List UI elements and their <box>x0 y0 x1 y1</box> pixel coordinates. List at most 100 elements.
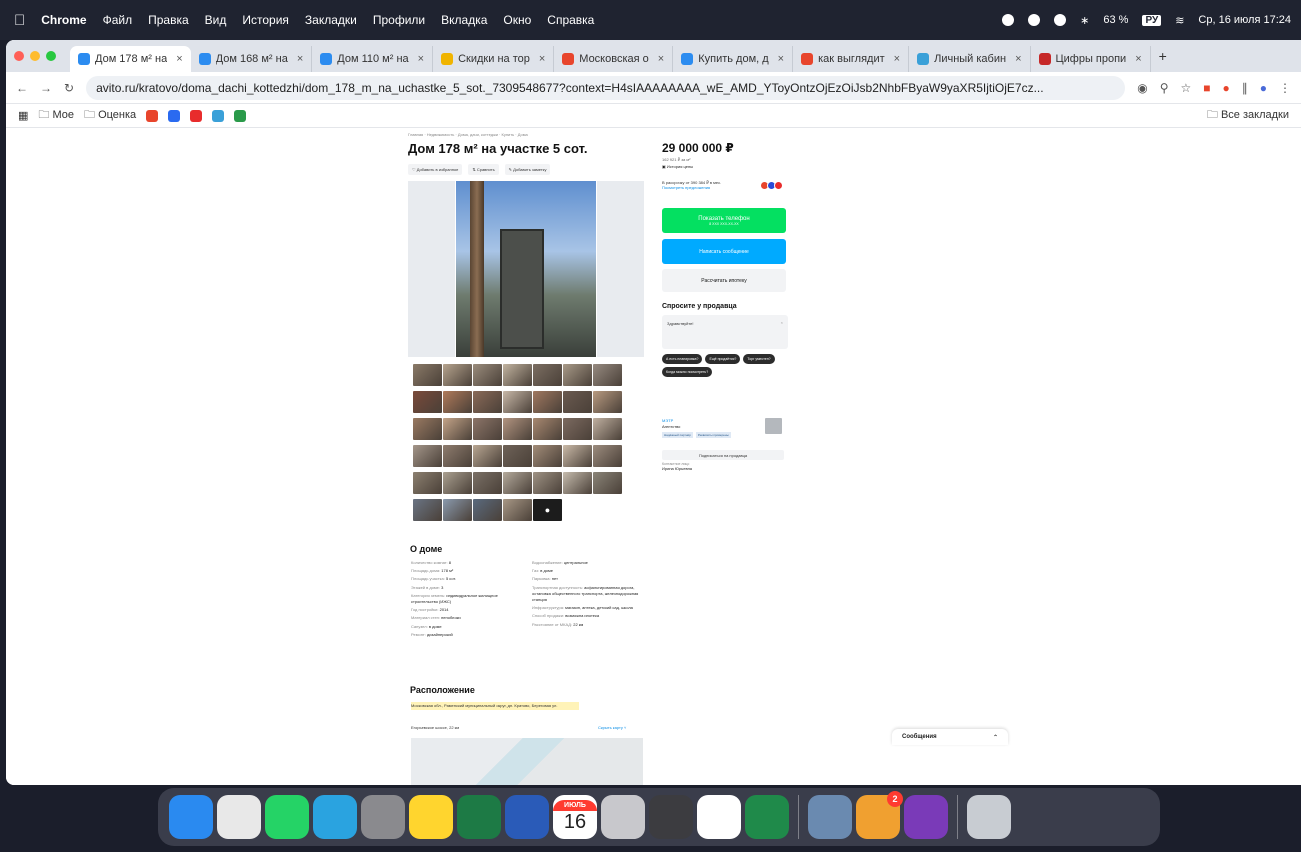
chrome-icon[interactable] <box>217 795 261 839</box>
photo-thumbnail[interactable] <box>503 445 532 467</box>
photo-thumbnail[interactable] <box>503 472 532 494</box>
photo-thumbnail[interactable] <box>443 472 472 494</box>
breadcrumb[interactable]: Главная · Недвижимость · Дома, дачи, кот… <box>408 132 528 137</box>
photo-thumbnail[interactable] <box>563 445 592 467</box>
status-icon[interactable] <box>1002 14 1015 26</box>
location-icon[interactable]: ◉ <box>1137 81 1147 95</box>
close-tab-icon[interactable]: × <box>778 53 784 65</box>
bookmark-icon[interactable] <box>234 109 247 122</box>
photo-thumbnail[interactable] <box>413 472 442 494</box>
ask-seller-input[interactable]: Здравствуйте! × <box>662 315 788 349</box>
photo-thumbnail[interactable] <box>533 472 562 494</box>
browser-tab[interactable]: Дом 110 м² на × <box>312 46 434 72</box>
bookmark-icon[interactable] <box>190 109 203 122</box>
photo-thumbnail[interactable] <box>593 418 622 440</box>
browser-tab[interactable]: Цифры пропи × <box>1031 46 1151 72</box>
quick-question-chip[interactable]: Когда можно посмотреть? <box>662 367 713 377</box>
chatgpt-icon[interactable] <box>697 795 741 839</box>
url-bar[interactable]: avito.ru/kratovo/doma_dachi_kottedzhi/do… <box>86 75 1126 100</box>
show-phone-button[interactable]: Показать телефон 8 XXX XXX-XX-XX <box>662 208 786 233</box>
photo-thumbnail[interactable] <box>443 445 472 467</box>
close-tab-icon[interactable]: × <box>418 53 424 65</box>
menu-tab[interactable]: Вкладка <box>441 13 487 27</box>
photo-thumbnail[interactable] <box>503 499 532 521</box>
menu-edit[interactable]: Правка <box>148 13 189 27</box>
messages-widget[interactable]: Сообщения ⌃ <box>892 729 1008 745</box>
installment-link[interactable]: Посмотреть предложения <box>662 185 721 190</box>
photo-thumbnail[interactable] <box>593 472 622 494</box>
input-language[interactable]: РУ <box>1142 14 1162 26</box>
compare-button[interactable]: ⇅ Сравнить <box>468 164 499 175</box>
excel-icon[interactable] <box>457 795 501 839</box>
close-tab-icon[interactable]: × <box>1135 53 1141 65</box>
photo-thumbnail[interactable] <box>443 391 472 413</box>
status-icon[interactable] <box>1028 14 1041 26</box>
photo-thumbnail[interactable] <box>473 391 502 413</box>
bookmark-folder-mine[interactable]: 🗀 Мое <box>38 106 74 125</box>
menu-kebab-icon[interactable]: ⋮ <box>1279 81 1291 95</box>
telegram-icon[interactable] <box>313 795 357 839</box>
menu-window[interactable]: Окно <box>503 13 531 27</box>
profile-icon[interactable]: ● <box>1260 81 1267 95</box>
all-bookmarks[interactable]: 🗀 Все закладки <box>1207 106 1289 125</box>
datetime[interactable]: Ср, 16 июля 17:24 <box>1198 14 1291 26</box>
extension-icon[interactable]: ● <box>1223 81 1230 95</box>
wifi-icon[interactable]: ≋ <box>1175 14 1184 27</box>
chevron-up-icon[interactable]: ⌃ <box>993 734 998 741</box>
close-window-icon[interactable] <box>14 51 24 61</box>
word-icon[interactable] <box>505 795 549 839</box>
quick-question-chip[interactable]: А есть планировка? <box>662 354 703 364</box>
extension-icon[interactable]: ■ <box>1203 81 1210 95</box>
minimize-window-icon[interactable] <box>30 51 40 61</box>
calendar-icon[interactable]: ИЮЛЬ 16 <box>553 795 597 839</box>
subscribe-seller-button[interactable]: Подписаться на продавца <box>662 450 784 460</box>
quick-question-chip[interactable]: Ещё продаётся? <box>705 354 741 364</box>
close-tab-icon[interactable]: × <box>894 53 900 65</box>
launchpad-icon[interactable] <box>601 795 645 839</box>
photo-thumbnail[interactable] <box>533 418 562 440</box>
extension-icon[interactable]: ∥ <box>1242 81 1248 95</box>
photo-thumbnail[interactable] <box>563 391 592 413</box>
bookmark-star-icon[interactable]: ☆ <box>1180 81 1191 95</box>
reload-icon[interactable]: ↻ <box>64 81 74 95</box>
system-settings-icon[interactable] <box>361 795 405 839</box>
duo-app-icon[interactable] <box>745 795 789 839</box>
photo-thumbnail[interactable] <box>413 364 442 386</box>
mortgage-button[interactable]: Рассчитать ипотеку <box>662 269 786 292</box>
apple-menu-icon[interactable]:  <box>14 12 25 29</box>
bluetooth-icon[interactable]: ∗ <box>1080 14 1089 27</box>
zoom-icon[interactable]: ⚲ <box>1160 81 1169 95</box>
photo-thumbnail[interactable] <box>473 364 502 386</box>
clear-icon[interactable]: × <box>781 320 783 325</box>
main-photo[interactable] <box>408 181 644 357</box>
finder-icon[interactable] <box>169 795 213 839</box>
add-favorite-button[interactable]: ♡ Добавить в избранное <box>408 164 463 175</box>
photo-thumbnail[interactable] <box>473 418 502 440</box>
price-history-link[interactable]: ▣ История цены <box>662 164 693 169</box>
back-icon[interactable]: ← <box>16 81 28 95</box>
iphone-mirroring-icon[interactable] <box>649 795 693 839</box>
photo-thumbnail[interactable] <box>503 364 532 386</box>
menu-help[interactable]: Справка <box>547 13 594 27</box>
photo-thumbnail[interactable] <box>443 418 472 440</box>
status-icon[interactable] <box>1054 14 1067 26</box>
more-photos-icon[interactable]: ● <box>533 499 562 521</box>
photo-thumbnail[interactable] <box>443 499 472 521</box>
zoom-window-icon[interactable] <box>46 51 56 61</box>
new-tab-icon[interactable]: + <box>1159 48 1167 64</box>
apps-grid-icon[interactable]: ▦ <box>18 109 28 122</box>
photo-thumbnail[interactable] <box>563 418 592 440</box>
browser-tab[interactable]: Московская о × <box>554 46 674 72</box>
preview-icon[interactable] <box>808 795 852 839</box>
menu-bookmarks[interactable]: Закладки <box>305 13 357 27</box>
browser-tab[interactable]: Дом 178 м² на × <box>70 46 191 72</box>
close-tab-icon[interactable]: × <box>297 53 303 65</box>
menu-file[interactable]: Файл <box>103 13 133 27</box>
photo-thumbnail[interactable] <box>503 418 532 440</box>
add-note-button[interactable]: ✎ Добавить заметку <box>504 164 551 175</box>
toggle-map-link[interactable]: Скрыть карту ˅ <box>598 725 626 730</box>
bookmark-icon[interactable] <box>212 109 225 122</box>
photo-thumbnail[interactable] <box>473 499 502 521</box>
browser-tab[interactable]: Скидки на тор × <box>433 46 555 72</box>
menu-profiles[interactable]: Профили <box>373 13 425 27</box>
